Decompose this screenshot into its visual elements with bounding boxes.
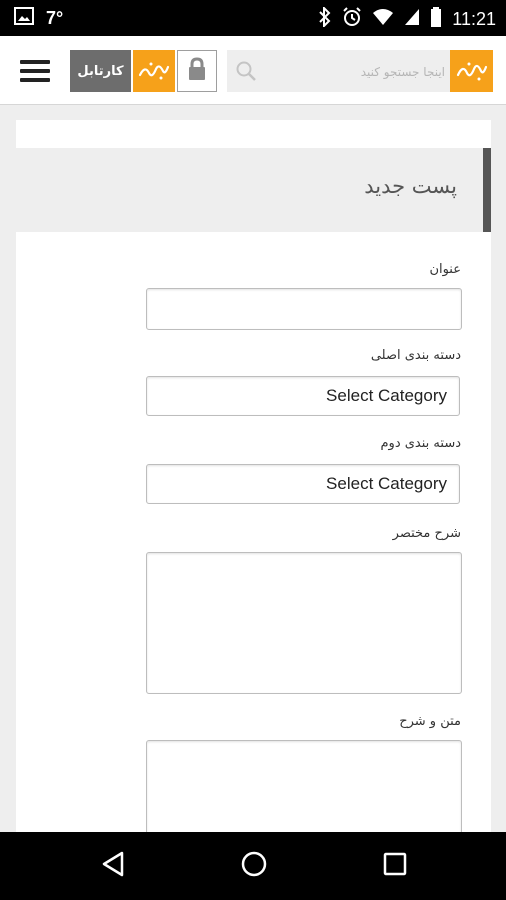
image-icon <box>14 7 34 29</box>
search-input[interactable] <box>263 50 447 94</box>
second-category-label: دسته بندی دوم <box>380 436 462 451</box>
lock-button[interactable] <box>177 50 217 92</box>
summary-label: شرح مختصر <box>392 526 461 541</box>
signal-icon <box>404 8 420 30</box>
scrollbar[interactable] <box>483 148 491 232</box>
new-post-card: پست جدید عنوان دسته بندی اصلی Select Cat… <box>16 120 491 832</box>
search-bar <box>227 50 450 94</box>
back-icon[interactable] <box>100 850 126 882</box>
clock-text: 11:21 <box>452 8 496 29</box>
body-label: متن و شرح <box>399 714 461 729</box>
battery-icon <box>430 7 442 31</box>
temperature-text: 7° <box>46 7 64 28</box>
title-field[interactable] <box>146 288 462 330</box>
card-title-bar: پست جدید <box>16 148 491 232</box>
search-icon[interactable] <box>235 60 257 86</box>
home-icon[interactable] <box>240 850 268 882</box>
lock-icon <box>187 57 207 85</box>
wifi-icon <box>372 8 394 30</box>
summary-textarea[interactable] <box>146 552 462 694</box>
brand-logo[interactable] <box>450 50 493 92</box>
cartable-button[interactable]: کارتابل <box>70 50 131 92</box>
alarm-icon <box>342 7 362 31</box>
body-textarea[interactable] <box>146 740 462 832</box>
main-category-select[interactable]: Select Category <box>146 376 460 416</box>
page-title: پست جدید <box>364 174 457 198</box>
title-label: عنوان <box>429 262 461 277</box>
app-header: کارتابل <box>0 36 506 105</box>
menu-icon[interactable] <box>20 60 50 82</box>
brand-logo-small[interactable] <box>133 50 175 92</box>
status-bar: 7° 11:21 <box>0 0 506 36</box>
navigation-bar <box>0 832 506 900</box>
recents-icon[interactable] <box>382 850 408 882</box>
bluetooth-icon <box>318 5 332 31</box>
main-category-label: دسته بندی اصلی <box>370 348 461 363</box>
second-category-select[interactable]: Select Category <box>146 464 460 504</box>
